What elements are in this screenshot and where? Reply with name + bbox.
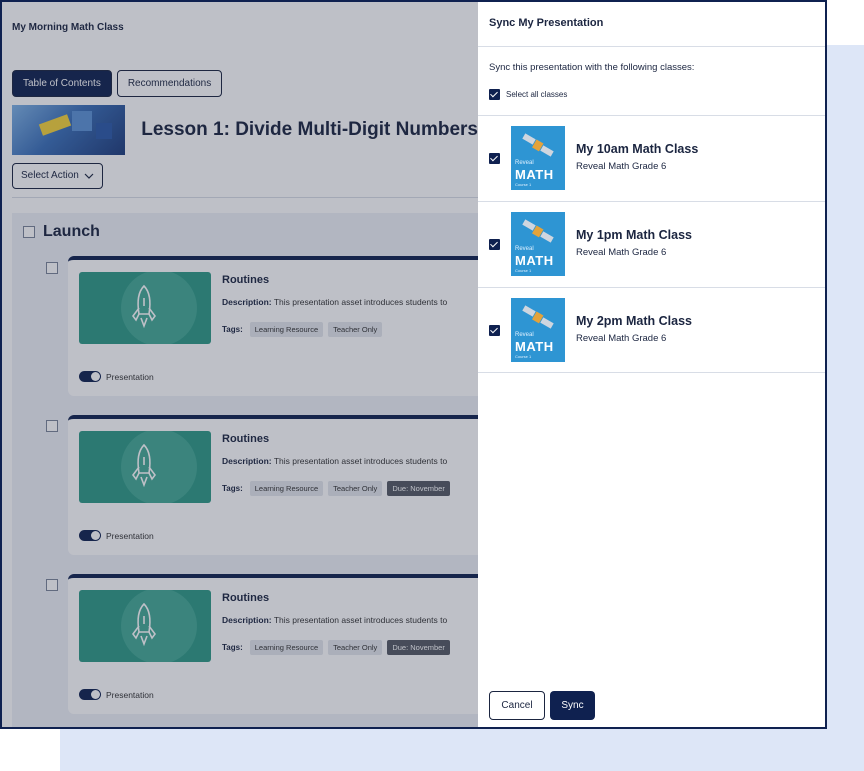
satellite-icon	[522, 133, 554, 157]
class-checkbox[interactable]	[489, 239, 500, 250]
class-row[interactable]: Reveal MATH Course 1 My 10am Math Class …	[478, 116, 825, 201]
class-name: My 2pm Math Class	[576, 314, 693, 328]
panel-title: Sync My Presentation	[489, 17, 604, 29]
class-row[interactable]: Reveal MATH Course 1 My 2pm Math Class R…	[478, 288, 825, 373]
lesson-page: My Morning Math Class Table of Contents …	[2, 2, 478, 727]
class-course: Reveal Math Grade 6	[576, 333, 667, 344]
class-checkbox[interactable]	[489, 153, 500, 164]
class-course: Reveal Math Grade 6	[576, 247, 667, 258]
cancel-button[interactable]: Cancel	[489, 691, 545, 720]
class-thumbnail: Reveal MATH Course 1	[511, 126, 565, 190]
class-checkbox[interactable]	[489, 325, 500, 336]
select-all-label: Select all classes	[506, 90, 568, 99]
class-row[interactable]: Reveal MATH Course 1 My 1pm Math Class R…	[478, 202, 825, 287]
satellite-icon	[522, 219, 554, 243]
divider	[478, 46, 825, 47]
class-thumbnail: Reveal MATH Course 1	[511, 298, 565, 362]
divider	[478, 372, 825, 373]
class-thumbnail: Reveal MATH Course 1	[511, 212, 565, 276]
panel-subtitle: Sync this presentation with the followin…	[489, 62, 695, 73]
class-name: My 10am Math Class	[576, 142, 699, 156]
class-name: My 1pm Math Class	[576, 228, 693, 242]
select-all-checkbox[interactable]	[489, 89, 500, 100]
modal-overlay[interactable]	[2, 2, 478, 727]
sync-button[interactable]: Sync	[550, 691, 595, 720]
sync-panel: Sync My Presentation Sync this presentat…	[478, 2, 825, 727]
satellite-icon	[522, 305, 554, 329]
app-window: My Morning Math Class Table of Contents …	[0, 0, 827, 729]
select-all-row[interactable]: Select all classes	[489, 89, 567, 100]
class-course: Reveal Math Grade 6	[576, 161, 667, 172]
